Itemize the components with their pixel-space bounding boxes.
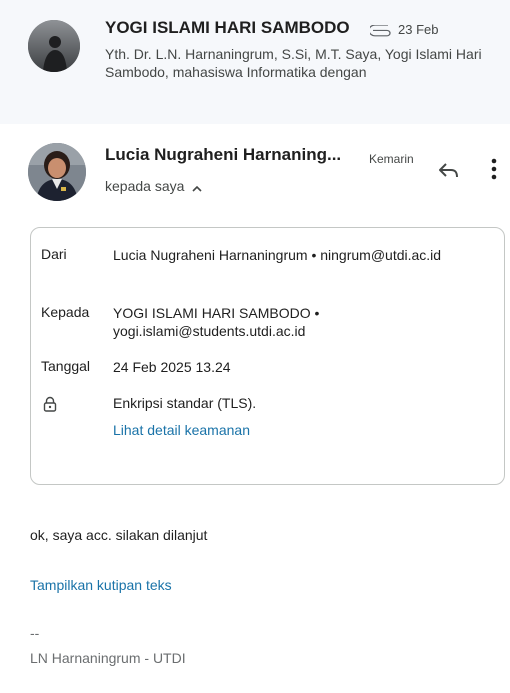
- collapsed-message[interactable]: YOGI ISLAMI HARI SAMBODO 23 Feb Yth. Dr.…: [0, 0, 510, 124]
- from-label: Dari: [41, 246, 67, 262]
- signature: LN Harnaningrum - UTDI: [30, 650, 186, 666]
- date-label: Tanggal: [41, 358, 91, 374]
- signature-separator: --: [30, 625, 40, 641]
- to-label: Kepada: [41, 304, 90, 320]
- more-vert-icon: [491, 158, 497, 185]
- message-body: ok, saya acc. silakan dilanjut: [30, 527, 208, 543]
- paperclip-icon: [368, 24, 392, 37]
- chevron-up-icon: [190, 181, 204, 192]
- message-time: Kemarin: [369, 152, 414, 166]
- message-details-card: Dari Lucia Nugraheni Harnaningrum • ning…: [30, 227, 505, 485]
- show-quoted-text-link[interactable]: Tampilkan kutipan teks: [30, 577, 172, 593]
- security-value: Enkripsi standar (TLS).: [113, 395, 257, 411]
- reply-button[interactable]: [434, 160, 464, 184]
- recipient-summary: kepada saya: [105, 178, 185, 194]
- security-details-link[interactable]: Lihat detail keamanan: [113, 422, 250, 438]
- avatar[interactable]: [28, 143, 86, 201]
- lock-icon: [43, 396, 57, 412]
- message-date: 23 Feb: [398, 22, 439, 37]
- avatar: [28, 20, 80, 72]
- reply-icon: [437, 160, 461, 185]
- from-value: Lucia Nugraheni Harnaningrum • ningrum@u…: [113, 247, 442, 263]
- recipient-toggle[interactable]: kepada saya: [105, 178, 204, 194]
- more-options-button[interactable]: [484, 156, 504, 186]
- sender-name: YOGI ISLAMI HARI SAMBODO: [105, 18, 350, 37]
- to-value: YOGI ISLAMI HARI SAMBODO • yogi.islami@s…: [113, 305, 320, 339]
- date-value: 24 Feb 2025 13.24: [113, 359, 231, 375]
- sender-name: Lucia Nugraheni Harnaning...: [105, 145, 342, 164]
- message-snippet: Yth. Dr. L.N. Harnaningrum, S.Si, M.T. S…: [105, 46, 482, 80]
